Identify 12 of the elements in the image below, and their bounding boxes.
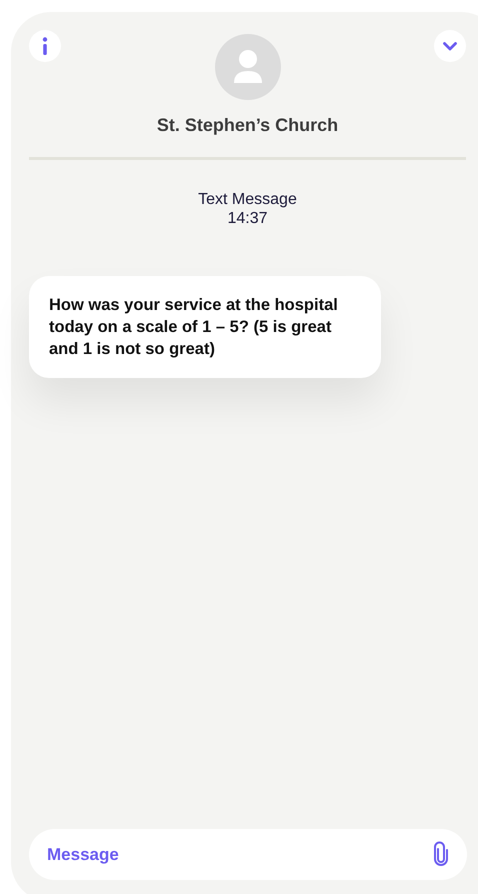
info-button[interactable] [29,30,61,62]
thread-label: Text Message [198,190,297,209]
info-icon [41,37,49,55]
attach-button[interactable] [431,841,451,867]
contact-name: St. Stephen’s Church [156,114,340,137]
collapse-button[interactable] [434,30,466,62]
person-icon [232,49,262,85]
message-field[interactable]: Message [29,829,467,880]
chevron-down-icon [443,42,457,50]
paperclip-icon [431,841,451,867]
message-bubble: How was your service at the hospital today on a scale of 1 – 5? (5 is great and 1 is not so great) [29,276,381,378]
message-time: 14:37 [227,209,268,228]
